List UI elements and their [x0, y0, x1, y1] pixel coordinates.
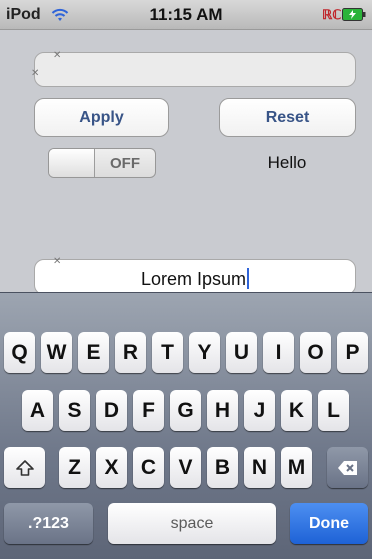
key-e[interactable]: E [78, 332, 109, 373]
clock: 11:15 AM [149, 5, 223, 24]
reset-button[interactable]: Reset [219, 98, 356, 137]
key-m[interactable]: M [281, 447, 312, 488]
key-w[interactable]: W [41, 332, 72, 373]
backspace-icon [337, 460, 357, 475]
key-q[interactable]: Q [4, 332, 35, 373]
shift-icon [15, 459, 34, 476]
shift-key[interactable] [4, 447, 45, 488]
off-toggle-switch[interactable]: OFF [48, 148, 156, 178]
key-h[interactable]: H [207, 390, 238, 431]
bottom-text-field[interactable]: ✕ Lorem Ipsum [34, 256, 356, 295]
clear-icon: ✕ [53, 256, 62, 267]
text-field-value: Lorem Ipsum [140, 269, 247, 289]
keyboard: Q W E R T Y U I O P A S D F G H J K L Z … [0, 292, 372, 559]
key-s[interactable]: S [59, 390, 90, 431]
key-g[interactable]: G [170, 390, 201, 431]
main-content: ✕ ✕ Apply Reset OFF Hello ✕ Lorem Ipsum [0, 30, 372, 295]
key-f[interactable]: F [133, 390, 164, 431]
done-key[interactable]: Done [290, 503, 368, 544]
switch-state-label: OFF [110, 154, 140, 172]
key-x[interactable]: X [96, 447, 127, 488]
numbers-key[interactable]: .?123 [4, 503, 93, 544]
key-l[interactable]: L [318, 390, 349, 431]
backspace-key[interactable] [327, 447, 368, 488]
top-text-field[interactable]: ✕ ✕ [31, 50, 356, 87]
app-badge-icon: ℝℂ [322, 7, 342, 22]
key-n[interactable]: N [244, 447, 275, 488]
hello-label: Hello [267, 153, 307, 172]
key-t[interactable]: T [152, 332, 183, 373]
key-u[interactable]: U [226, 332, 257, 373]
clear-icon: ✕ [53, 50, 62, 61]
space-key[interactable]: space [108, 503, 276, 544]
status-bar: iPod 11:15 AM ℝℂ [0, 0, 372, 30]
key-p[interactable]: P [337, 332, 368, 373]
battery-icon [342, 8, 366, 21]
key-y[interactable]: Y [189, 332, 220, 373]
switch-knob [49, 149, 95, 177]
key-v[interactable]: V [170, 447, 201, 488]
apply-button[interactable]: Apply [34, 98, 169, 137]
key-d[interactable]: D [96, 390, 127, 431]
key-j[interactable]: J [244, 390, 275, 431]
key-z[interactable]: Z [59, 447, 90, 488]
key-c[interactable]: C [133, 447, 164, 488]
key-o[interactable]: O [300, 332, 331, 373]
key-i[interactable]: I [263, 332, 294, 373]
key-k[interactable]: K [281, 390, 312, 431]
clear-icon: ✕ [31, 68, 40, 79]
text-caret [247, 268, 250, 289]
key-b[interactable]: B [207, 447, 238, 488]
key-r[interactable]: R [115, 332, 146, 373]
key-a[interactable]: A [22, 390, 53, 431]
text-field-value-wrap: Lorem Ipsum [35, 268, 355, 290]
